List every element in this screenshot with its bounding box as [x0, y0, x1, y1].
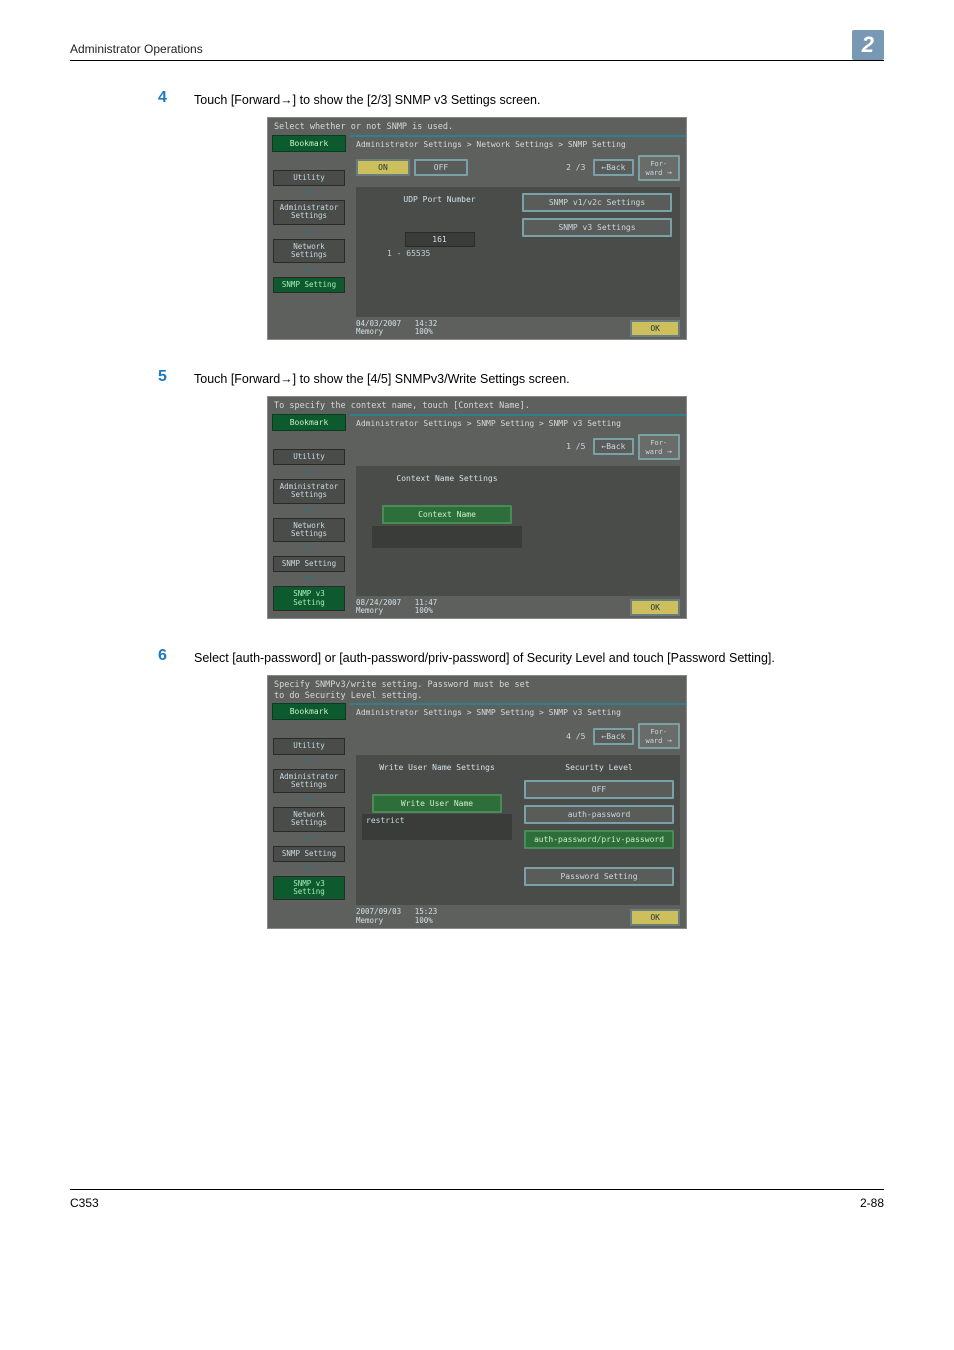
sidebar-item-admin-settings[interactable]: Administrator Settings	[273, 479, 345, 504]
step-number: 5	[158, 368, 194, 388]
page-indicator: 4 /5	[562, 732, 589, 741]
chevron-down-icon: ▾	[268, 574, 350, 584]
status-memory-value: 100%	[415, 327, 433, 336]
password-setting-button[interactable]: Password Setting	[524, 867, 674, 886]
on-button[interactable]: ON	[356, 159, 410, 176]
ok-button[interactable]: OK	[630, 320, 680, 337]
udp-port-value[interactable]: 161	[405, 232, 475, 247]
context-name-value	[372, 526, 522, 548]
udp-port-label: UDP Port Number	[362, 193, 517, 212]
step-text: Touch [Forward→] to show the [4/5] SNMPv…	[194, 368, 884, 388]
status-memory-value: 100%	[415, 916, 433, 925]
screen-hint: Specify SNMPv3/write setting. Password m…	[268, 676, 686, 703]
status-memory-label: Memory	[356, 916, 383, 925]
write-user-name-settings-label: Write User Name Settings	[362, 761, 512, 780]
breadcrumb: Administrator Settings > SNMP Setting > …	[350, 414, 686, 434]
forward-button[interactable]: For-ward →	[638, 434, 681, 460]
bookmark-tab[interactable]: Bookmark	[272, 414, 346, 431]
step-text: Touch [Forward→] to show the [2/3] SNMP …	[194, 89, 884, 109]
forward-button[interactable]: For-ward →	[638, 723, 681, 749]
device-screenshot-3: Specify SNMPv3/write setting. Password m…	[267, 675, 687, 929]
snmp-v3-settings-button[interactable]: SNMP v3 Settings	[522, 218, 672, 237]
back-button[interactable]: ←Back	[593, 728, 633, 745]
screen-hint: Select whether or not SNMP is used.	[268, 118, 686, 135]
context-name-settings-label: Context Name Settings	[362, 472, 532, 491]
chevron-down-icon: ▾	[268, 864, 350, 874]
step-number: 4	[158, 89, 194, 109]
status-memory-value: 100%	[415, 606, 433, 615]
page-header-title: Administrator Operations	[70, 42, 203, 60]
chevron-down-icon: ▾	[268, 506, 350, 516]
sidebar-item-snmp-setting[interactable]: SNMP Setting	[273, 277, 345, 293]
back-button[interactable]: ←Back	[593, 159, 633, 176]
ok-button[interactable]: OK	[630, 599, 680, 616]
footer-right: 2-88	[860, 1196, 884, 1210]
chevron-down-icon: ▾	[268, 834, 350, 844]
udp-port-range: 1 - 65535	[362, 247, 517, 258]
write-user-name-value: restrict	[362, 814, 512, 840]
sidebar-item-snmp-v3-setting[interactable]: SNMP v3 Setting	[273, 586, 345, 611]
security-level-auth-button[interactable]: auth-password	[524, 805, 674, 824]
sidebar-item-snmp-v3-setting[interactable]: SNMP v3 Setting	[273, 876, 345, 901]
sidebar-item-admin-settings[interactable]: Administrator Settings	[273, 769, 345, 794]
page-indicator: 1 /5	[562, 442, 589, 451]
step-number: 6	[158, 647, 194, 667]
sidebar-item-utility[interactable]: Utility	[273, 449, 345, 465]
forward-button[interactable]: For-ward →	[638, 155, 681, 181]
chevron-down-icon: ▾	[268, 227, 350, 237]
step-text: Select [auth-password] or [auth-password…	[194, 647, 884, 667]
sidebar-item-network-settings[interactable]: Network Settings	[273, 239, 345, 264]
sidebar-item-network-settings[interactable]: Network Settings	[273, 807, 345, 832]
security-level-label: Security Level	[524, 761, 674, 780]
chevron-down-icon: ▾	[268, 544, 350, 554]
screen-hint: To specify the context name, touch [Cont…	[268, 397, 686, 414]
footer-left: C353	[70, 1196, 99, 1210]
chevron-down-icon: ▾	[268, 757, 350, 767]
security-level-off-button[interactable]: OFF	[524, 780, 674, 799]
status-memory-label: Memory	[356, 606, 383, 615]
breadcrumb: Administrator Settings > Network Setting…	[350, 135, 686, 155]
snmp-v1v2c-settings-button[interactable]: SNMP v1/v2c Settings	[522, 193, 672, 212]
chevron-down-icon: ▾	[268, 265, 350, 275]
sidebar-item-utility[interactable]: Utility	[273, 738, 345, 754]
sidebar-item-snmp-setting[interactable]: SNMP Setting	[273, 556, 345, 572]
back-button[interactable]: ←Back	[593, 438, 633, 455]
sidebar-item-utility[interactable]: Utility	[273, 170, 345, 186]
device-screenshot-1: Select whether or not SNMP is used. Book…	[267, 117, 687, 340]
bookmark-tab[interactable]: Bookmark	[272, 135, 346, 152]
chevron-down-icon: ▾	[268, 795, 350, 805]
sidebar-item-admin-settings[interactable]: Administrator Settings	[273, 200, 345, 225]
chevron-down-icon: ▾	[268, 467, 350, 477]
chevron-down-icon: ▾	[268, 188, 350, 198]
chapter-badge: 2	[852, 30, 884, 60]
status-memory-label: Memory	[356, 327, 383, 336]
ok-button[interactable]: OK	[630, 909, 680, 926]
context-name-button[interactable]: Context Name	[382, 505, 512, 524]
breadcrumb: Administrator Settings > SNMP Setting > …	[350, 703, 686, 723]
security-level-authpriv-button[interactable]: auth-password/priv-password	[524, 830, 674, 849]
sidebar-item-network-settings[interactable]: Network Settings	[273, 518, 345, 543]
off-button[interactable]: OFF	[414, 159, 468, 176]
sidebar-item-snmp-setting[interactable]: SNMP Setting	[273, 846, 345, 862]
bookmark-tab[interactable]: Bookmark	[272, 703, 346, 720]
write-user-name-button[interactable]: Write User Name	[372, 794, 502, 813]
device-screenshot-2: To specify the context name, touch [Cont…	[267, 396, 687, 619]
page-indicator: 2 /3	[562, 163, 589, 172]
